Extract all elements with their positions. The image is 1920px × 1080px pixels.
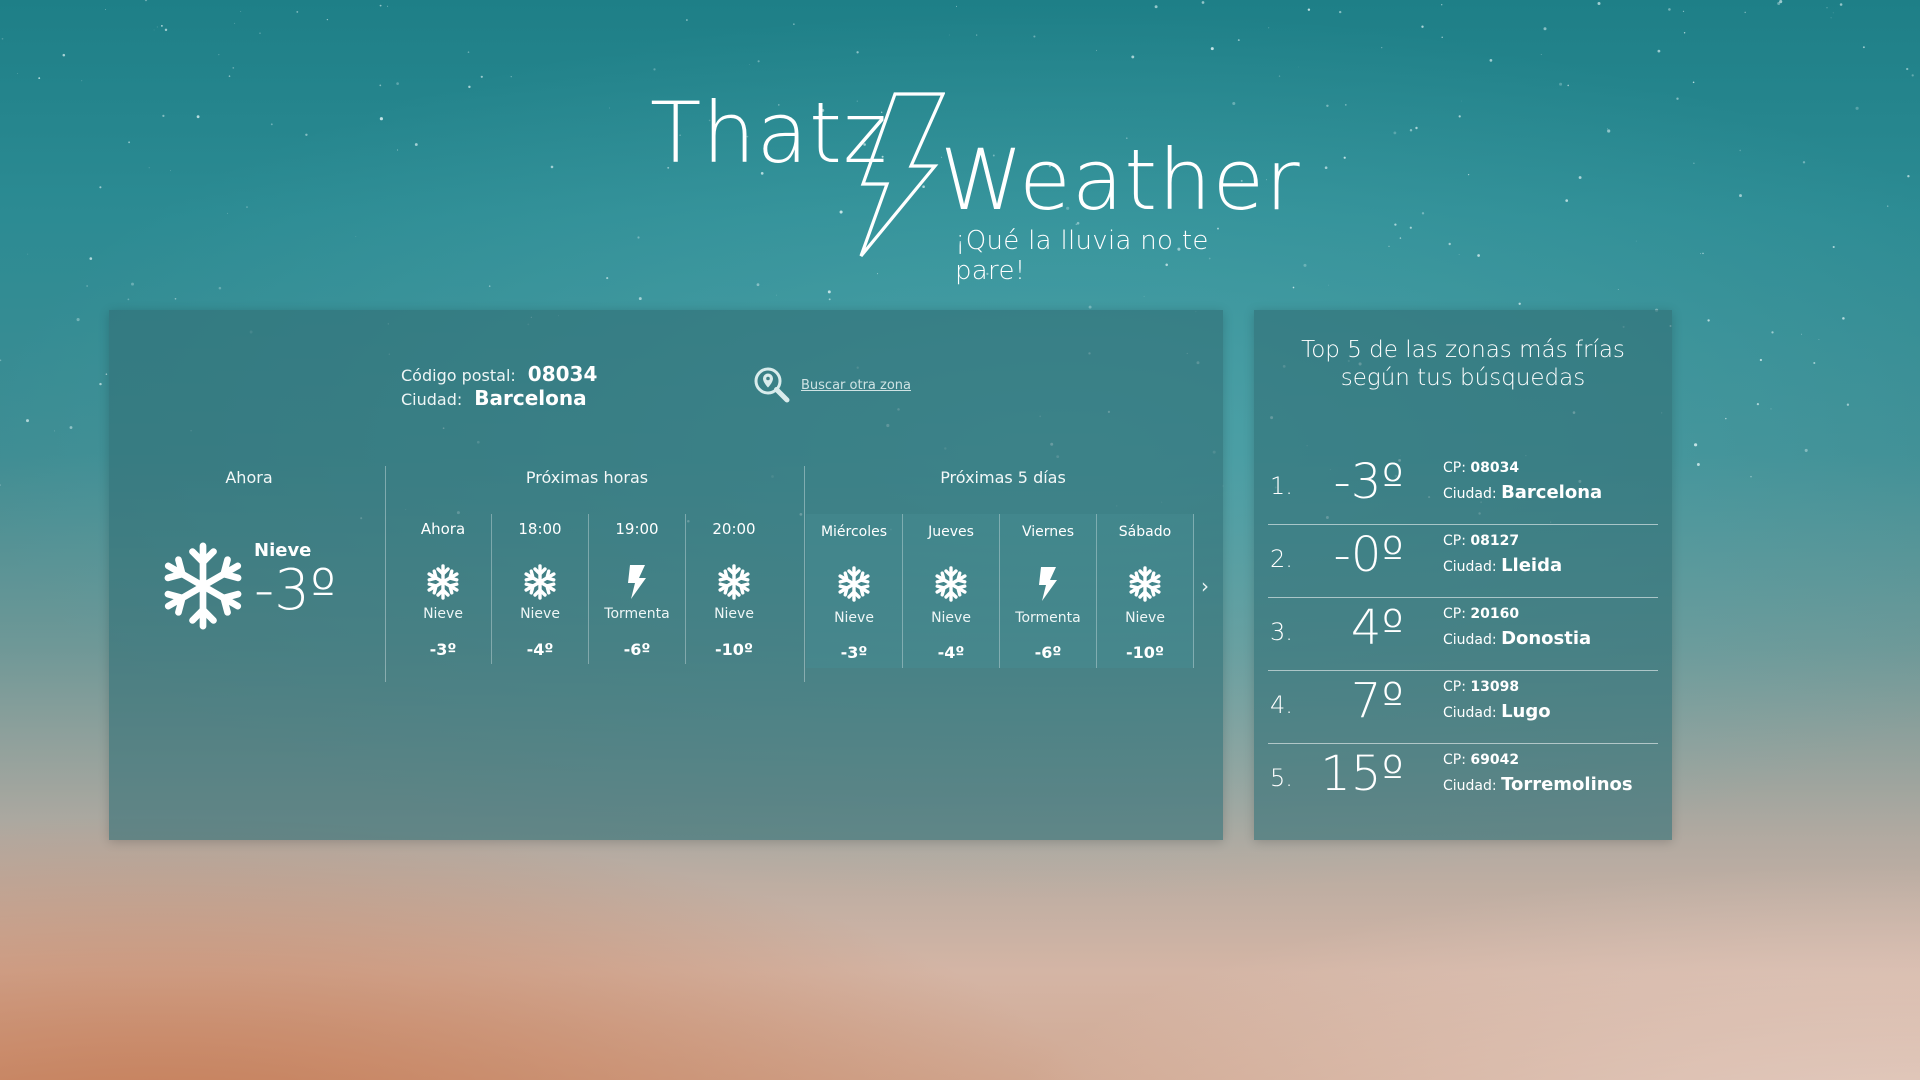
day-description: Nieve [931, 610, 971, 626]
rank-temp: 4º [1350, 600, 1404, 656]
hour-description: Tormenta [604, 606, 670, 622]
lightning-bolt-logo-icon [859, 92, 945, 258]
search-other-zone-text: Buscar otra zona [801, 377, 911, 393]
daily-item: Jueves Nieve -4º [903, 514, 1000, 668]
top5-title: Top 5 de las zonas más frías según tus b… [1254, 336, 1672, 392]
list-item: 5. 15º CP: 69042 Ciudad: Torremolinos [1268, 744, 1658, 816]
postal-code-label: Código postal: [401, 366, 516, 385]
snowflake-icon [838, 566, 870, 602]
top5-title-line1: Top 5 de las zonas más frías [1301, 337, 1625, 363]
rank-number: 4. [1270, 691, 1293, 719]
column-divider [804, 466, 805, 682]
postal-code-value: 08034 [527, 362, 598, 386]
logo-text-weather: Weather [940, 131, 1301, 229]
rank-temp: 15º [1320, 746, 1404, 802]
hourly-item: 18:00 Nieve -4º [492, 514, 589, 664]
day-name: Sábado [1118, 524, 1172, 540]
rank-number: 2. [1270, 545, 1293, 573]
daily-forecast: Miércoles Nieve -3º Jueves Nieve -4º Vie… [806, 514, 1194, 668]
chevron-right-icon: › [1201, 574, 1209, 598]
rank-cp: CP: 08034 [1443, 460, 1520, 476]
hour-description: Nieve [714, 606, 754, 622]
hourly-item: 19:00 Tormenta -6º [589, 514, 686, 664]
top5-cold-zones-panel: Top 5 de las zonas más frías según tus b… [1254, 310, 1672, 840]
forecast-panel: Código postal: 08034 Ciudad: Barcelona B… [109, 310, 1223, 840]
location-info: Código postal: 08034 Ciudad: Barcelona [401, 362, 597, 434]
daily-item: Miércoles Nieve -3º [806, 514, 903, 668]
lightning-icon [1039, 567, 1057, 601]
daily-item: Viernes Tormenta -6º [1000, 514, 1097, 668]
rank-city: Ciudad: Lugo [1443, 701, 1551, 722]
rank-cp: CP: 08127 [1443, 533, 1520, 549]
rank-city: Ciudad: Barcelona [1443, 482, 1603, 503]
day-temp: -10º [1126, 643, 1164, 662]
day-name: Miércoles [820, 524, 888, 540]
day-temp: -3º [840, 643, 868, 662]
hour-temp: -4º [526, 640, 554, 659]
day-description: Nieve [1125, 610, 1165, 626]
hour-description: Nieve [423, 606, 463, 622]
hour-temp: -3º [429, 640, 457, 659]
day-temp: -6º [1034, 643, 1062, 662]
snowflake-icon [718, 564, 750, 600]
now-snowflake-icon [164, 542, 242, 630]
city-label: Ciudad: [401, 390, 463, 409]
hour-time: Ahora [420, 520, 466, 538]
rank-temp: 7º [1350, 673, 1404, 729]
hourly-forecast: Ahora Nieve -3º 18:00 Nieve -4º 19:00 To… [395, 514, 782, 664]
rank-temp: -3º [1333, 454, 1404, 510]
list-item: 3. 4º CP: 20160 Ciudad: Donostia [1268, 598, 1658, 671]
hourly-item: 20:00 Nieve -10º [686, 514, 782, 664]
search-other-zone-link[interactable]: Buscar otra zona [753, 366, 911, 404]
hour-description: Nieve [520, 606, 560, 622]
rank-city: Ciudad: Torremolinos [1443, 774, 1633, 795]
top5-title-line2: según tus búsquedas [1340, 365, 1586, 392]
column-divider [385, 466, 386, 682]
rank-cp: CP: 69042 [1443, 752, 1520, 768]
list-item: 1. -3º CP: 08034 Ciudad: Barcelona [1268, 452, 1658, 525]
daily-title: Próximas 5 días [940, 468, 1066, 487]
tagline: ¡Qué la lluvia no te pare! [955, 226, 1209, 286]
hour-temp: -10º [715, 640, 753, 659]
rank-number: 1. [1270, 472, 1293, 500]
hourly-item: Ahora Nieve -3º [395, 514, 492, 664]
rank-cp: CP: 13098 [1443, 679, 1520, 695]
now-title: Ahora [225, 468, 273, 487]
day-name: Viernes [1021, 524, 1075, 540]
day-temp: -4º [937, 643, 965, 662]
hour-time: 20:00 [712, 520, 756, 538]
now-temperature: -3º [254, 558, 337, 623]
hour-temp: -6º [623, 640, 651, 659]
location-search-icon [754, 367, 790, 403]
snowflake-icon [524, 564, 556, 600]
rank-number: 3. [1270, 618, 1293, 646]
hourly-title: Próximas horas [525, 468, 649, 487]
city-value: Barcelona [474, 386, 587, 410]
snowflake-icon [427, 564, 459, 600]
snowflake-icon [1129, 566, 1161, 602]
rank-temp: -0º [1333, 527, 1404, 583]
day-description: Nieve [834, 610, 874, 626]
daily-item: Sábado Nieve -10º [1097, 514, 1194, 668]
top5-list: 1. -3º CP: 08034 Ciudad: Barcelona 2. -0… [1268, 452, 1658, 816]
day-name: Jueves [928, 524, 974, 540]
hour-time: 19:00 [615, 520, 659, 538]
rank-city: Ciudad: Lleida [1443, 555, 1563, 576]
hour-time: 18:00 [518, 520, 562, 538]
list-item: 4. 7º CP: 13098 Ciudad: Lugo [1268, 671, 1658, 744]
rank-cp: CP: 20160 [1443, 606, 1520, 622]
day-description: Tormenta [1015, 610, 1081, 626]
next-days-button[interactable]: › [1197, 574, 1213, 598]
brand-logo: Thatz Weather ¡Qué la lluvia no te pare! [650, 86, 1300, 286]
rank-number: 5. [1270, 764, 1293, 792]
list-item: 2. -0º CP: 08127 Ciudad: Lleida [1268, 525, 1658, 598]
rank-city: Ciudad: Donostia [1443, 628, 1592, 649]
lightning-icon [628, 565, 646, 599]
snowflake-icon [935, 566, 967, 602]
